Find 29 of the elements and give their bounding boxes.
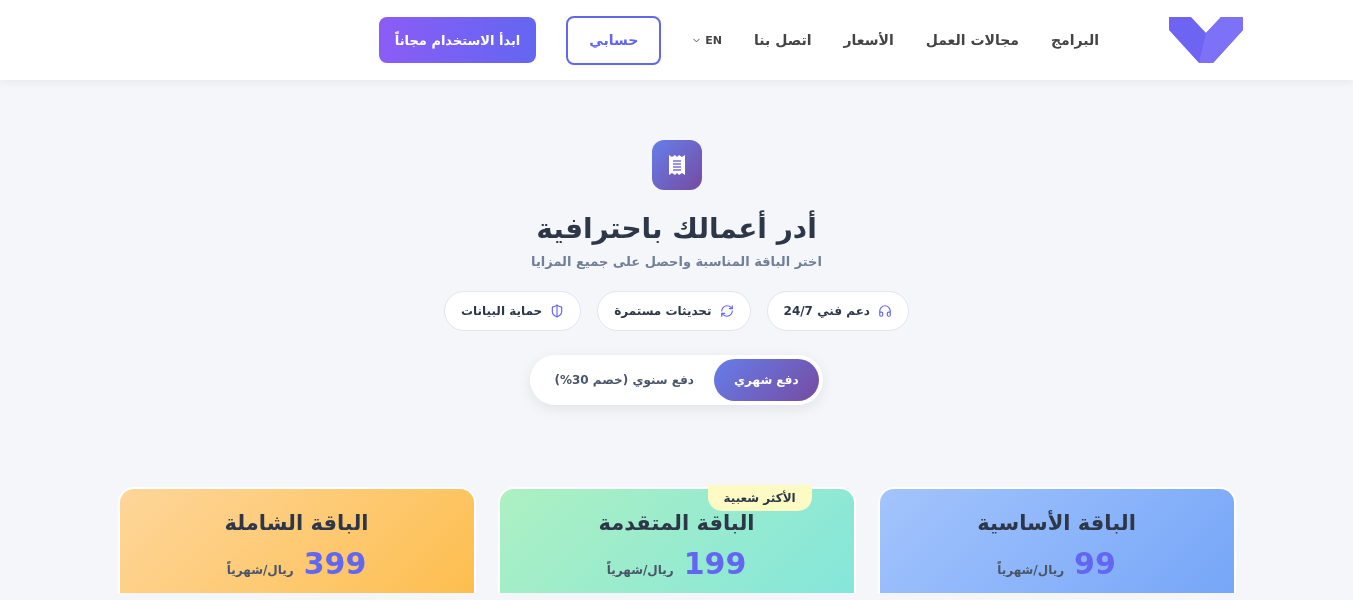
feature-label: دعم فني 24/7 bbox=[783, 303, 870, 318]
feature-label: حماية البيانات bbox=[461, 303, 543, 318]
plan-price: 99 bbox=[1074, 548, 1116, 579]
nav-link[interactable]: مجالات العمل bbox=[925, 32, 1019, 48]
plan-price: 199 bbox=[683, 548, 747, 579]
price-unit: ريال/شهرياً bbox=[226, 562, 294, 577]
plan-price: 399 bbox=[303, 548, 367, 579]
feature-label: تحديثات مستمرة bbox=[614, 303, 712, 318]
language-selector[interactable]: EN bbox=[691, 33, 723, 47]
nav-link[interactable]: البرامج bbox=[1050, 32, 1099, 48]
nav-link[interactable]: اتصل بنا bbox=[754, 32, 812, 48]
billing-option[interactable]: دفع سنوي (خصم 30%) bbox=[534, 358, 714, 401]
plan-name: الباقة المتقدمة bbox=[598, 510, 755, 535]
start-free-button[interactable]: ابدأ الاستخدام مجاناً bbox=[378, 17, 537, 63]
headset-icon bbox=[878, 303, 892, 318]
plan-name: الباقة الشاملة bbox=[224, 510, 369, 535]
price-unit: ريال/شهرياً bbox=[997, 562, 1065, 577]
refresh-icon bbox=[719, 303, 734, 318]
page-title: أدر أعمالك باحترافية bbox=[536, 212, 817, 246]
billing-option[interactable]: دفع شهري bbox=[714, 358, 819, 401]
shield-icon bbox=[550, 303, 565, 318]
account-button[interactable]: حسابي bbox=[566, 15, 662, 65]
page-subtitle: اختر الباقة المناسبة واحصل على جميع المزايا bbox=[531, 253, 822, 269]
nav-link[interactable]: الأسعار bbox=[843, 32, 894, 48]
plan-name: الباقة الأساسية bbox=[977, 510, 1136, 535]
price-unit: ريال/شهرياً bbox=[606, 562, 674, 577]
logo-icon[interactable] bbox=[1169, 17, 1243, 63]
receipt-icon bbox=[667, 154, 686, 176]
popular-badge: الأكثر شعبية bbox=[707, 484, 812, 511]
